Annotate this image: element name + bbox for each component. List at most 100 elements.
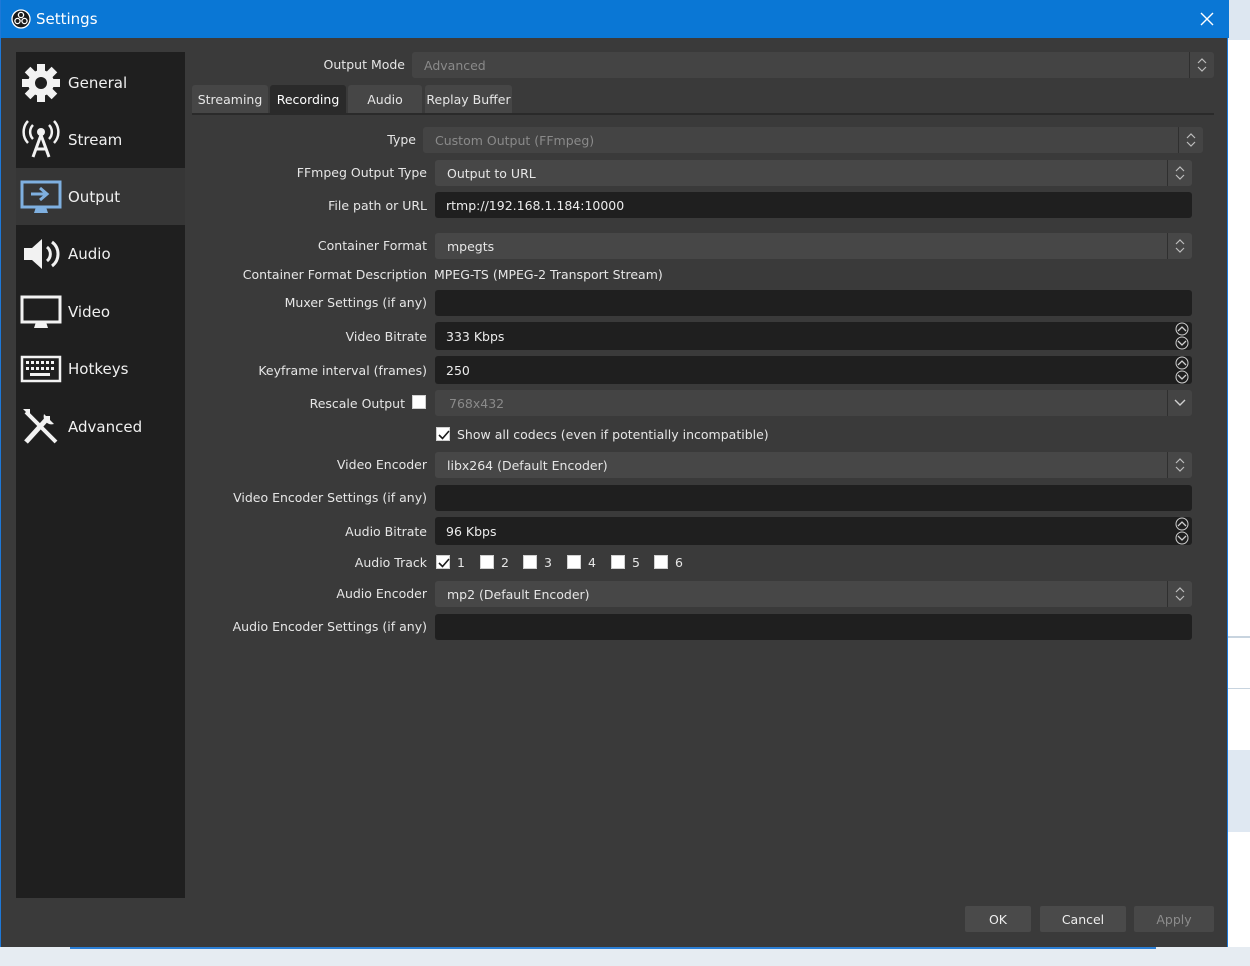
settings-sidebar: General Stream Output Audio Video Hotkey…	[16, 52, 185, 898]
updown-arrows-icon	[1167, 160, 1192, 186]
spin-arrows-icon[interactable]	[1172, 517, 1192, 545]
tab-replay-buffer[interactable]: Replay Buffer	[425, 85, 512, 113]
video-encoder-settings-input[interactable]	[435, 485, 1192, 511]
apply-button[interactable]: Apply	[1134, 906, 1214, 932]
type-value: Custom Output (FFmpeg)	[435, 132, 595, 148]
audio-track-3-checkbox[interactable]	[523, 555, 537, 569]
output-mode-value: Advanced	[424, 57, 486, 73]
audio-track-4-checkbox[interactable]	[567, 555, 581, 569]
tab-recording[interactable]: Recording	[270, 85, 346, 113]
video-encoder-value: libx264 (Default Encoder)	[447, 457, 608, 473]
spin-arrows-icon[interactable]	[1172, 322, 1192, 350]
updown-arrows-icon	[1167, 581, 1192, 607]
close-button[interactable]	[1193, 6, 1221, 32]
window-title: Settings	[36, 10, 98, 28]
show-all-codecs-checkbox[interactable]	[436, 427, 450, 441]
audio-bitrate-value: 96 Kbps	[446, 523, 497, 539]
tools-icon	[19, 405, 63, 449]
background-band	[1228, 750, 1250, 832]
audio-track-3-label: 3	[544, 555, 552, 570]
sidebar-item-audio[interactable]: Audio	[16, 225, 185, 282]
video-bitrate-label: Video Bitrate	[345, 329, 427, 344]
spin-arrows-icon[interactable]	[1172, 356, 1192, 384]
sidebar-item-general[interactable]: General	[16, 54, 185, 111]
broadcast-tower-icon	[19, 118, 63, 162]
chevron-down-icon	[1167, 390, 1192, 416]
keyframe-interval-label: Keyframe interval (frames)	[258, 363, 427, 378]
output-mode-select[interactable]: Advanced	[412, 52, 1214, 78]
updown-arrows-icon	[1189, 52, 1214, 78]
gear-icon	[19, 61, 63, 105]
updown-arrows-icon	[1167, 233, 1192, 259]
audio-encoder-settings-label: Audio Encoder Settings (if any)	[232, 619, 427, 634]
audio-encoder-select[interactable]: mp2 (Default Encoder)	[435, 581, 1192, 607]
audio-bitrate-label: Audio Bitrate	[345, 524, 427, 539]
container-format-select[interactable]: mpegts	[435, 233, 1192, 259]
sidebar-item-advanced[interactable]: Advanced	[16, 398, 185, 455]
sidebar-item-label: Video	[68, 302, 111, 321]
settings-window: Settings General Stream Output Audio Vid…	[0, 0, 1229, 947]
audio-track-2-label: 2	[501, 555, 509, 570]
video-bitrate-value: 333 Kbps	[446, 328, 505, 344]
audio-encoder-value: mp2 (Default Encoder)	[447, 586, 590, 602]
file-path-label: File path or URL	[328, 198, 427, 213]
background-divider	[1228, 636, 1250, 638]
file-path-input[interactable]: rtmp://192.168.1.184:10000	[435, 192, 1192, 218]
rescale-output-label: Rescale Output	[309, 396, 405, 411]
audio-encoder-label: Audio Encoder	[336, 586, 427, 601]
keyframe-interval-spinbox[interactable]: 250	[435, 356, 1192, 384]
output-mode-label: Output Mode	[323, 57, 405, 72]
sidebar-item-hotkeys[interactable]: Hotkeys	[16, 340, 185, 397]
type-select[interactable]: Custom Output (FFmpeg)	[423, 127, 1203, 153]
sidebar-item-video[interactable]: Video	[16, 283, 185, 340]
video-encoder-select[interactable]: libx264 (Default Encoder)	[435, 452, 1192, 478]
muxer-settings-input[interactable]	[435, 290, 1192, 316]
audio-track-6-label: 6	[675, 555, 683, 570]
muxer-settings-label: Muxer Settings (if any)	[284, 295, 427, 310]
rescale-output-select[interactable]: 768x432	[435, 390, 1192, 416]
rescale-output-checkbox[interactable]	[412, 395, 426, 409]
keyframe-interval-value: 250	[446, 362, 470, 378]
sidebar-item-label: Hotkeys	[68, 359, 129, 378]
video-encoder-label: Video Encoder	[336, 457, 427, 472]
checkmark-icon	[438, 430, 450, 440]
tab-underline	[192, 113, 1214, 115]
audio-encoder-settings-input[interactable]	[435, 614, 1192, 640]
ffmpeg-output-type-select[interactable]: Output to URL	[435, 160, 1192, 186]
audio-track-5-checkbox[interactable]	[611, 555, 625, 569]
audio-track-1-label: 1	[457, 555, 465, 570]
audio-track-2-checkbox[interactable]	[480, 555, 494, 569]
video-bitrate-spinbox[interactable]: 333 Kbps	[435, 322, 1192, 350]
sidebar-item-label: Advanced	[68, 417, 143, 436]
background-line	[70, 947, 1156, 949]
title-bar: Settings	[1, 0, 1229, 38]
cancel-button[interactable]: Cancel	[1040, 906, 1126, 932]
show-all-codecs-label: Show all codecs (even if potentially inc…	[457, 427, 769, 442]
container-format-value: mpegts	[447, 238, 495, 254]
sidebar-item-label: Audio	[68, 244, 111, 263]
monitor-icon	[19, 290, 63, 334]
close-icon	[1200, 12, 1214, 26]
tab-streaming[interactable]: Streaming	[192, 85, 268, 113]
background-window-strip	[1228, 0, 1250, 966]
checkmark-icon	[438, 558, 450, 568]
audio-track-6-checkbox[interactable]	[654, 555, 668, 569]
sidebar-item-stream[interactable]: Stream	[16, 111, 185, 168]
video-encoder-settings-label: Video Encoder Settings (if any)	[233, 490, 427, 505]
monitor-output-icon	[19, 175, 63, 219]
sidebar-item-label: Stream	[68, 130, 123, 149]
sidebar-item-output[interactable]: Output	[16, 168, 185, 225]
background-band	[1228, 0, 1250, 40]
ffmpeg-output-type-value: Output to URL	[447, 165, 536, 181]
rescale-output-value: 768x432	[449, 395, 505, 411]
speaker-icon	[19, 232, 63, 276]
audio-track-1-checkbox[interactable]	[436, 555, 450, 569]
updown-arrows-icon	[1178, 127, 1203, 153]
ffmpeg-output-type-label: FFmpeg Output Type	[296, 165, 427, 180]
obs-logo-icon	[11, 9, 31, 29]
audio-bitrate-spinbox[interactable]: 96 Kbps	[435, 517, 1192, 545]
ok-button[interactable]: OK	[965, 906, 1031, 932]
keyboard-icon	[19, 347, 63, 391]
file-path-value: rtmp://192.168.1.184:10000	[446, 197, 625, 213]
tab-audio[interactable]: Audio	[348, 85, 422, 113]
